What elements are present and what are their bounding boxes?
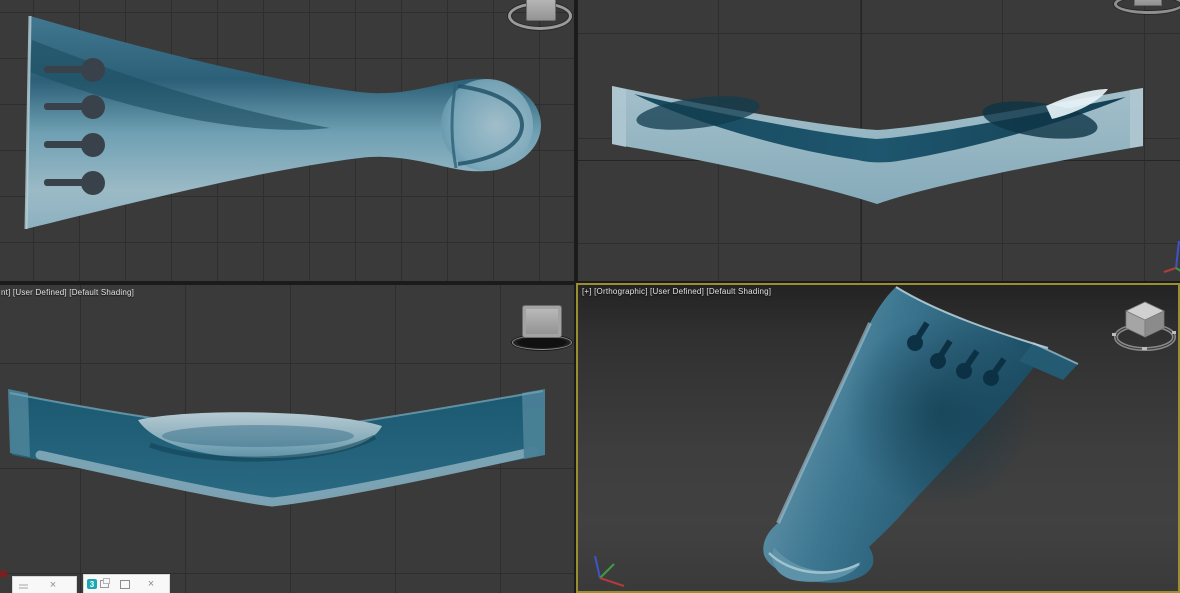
tailpiece-front-body <box>8 389 545 507</box>
viewport-label[interactable]: nt] [User Defined] [Default Shading] <box>1 288 134 297</box>
viewcube-icon[interactable] <box>526 0 556 21</box>
viewport-front-view[interactable]: nt] [User Defined] [Default Shading] <box>0 285 574 593</box>
max-window-titlebar[interactable]: 3 × <box>84 575 169 593</box>
front-left-cap <box>8 389 30 457</box>
viewcube-3d-icon[interactable] <box>1112 301 1176 351</box>
viewport-back-view[interactable] <box>578 0 1180 281</box>
maximize-button[interactable] <box>118 575 132 593</box>
viewport-top-view[interactable] <box>0 0 574 281</box>
tailpiece-back-body <box>612 86 1143 204</box>
pillow-streak <box>162 425 354 447</box>
viewcube-icon[interactable] <box>1134 0 1162 6</box>
tailpiece-orthographic-model[interactable] <box>578 285 1178 591</box>
app-3dsmax-icon: 3 <box>86 575 98 593</box>
tailpiece-top-view-model[interactable] <box>0 0 574 281</box>
red-mark <box>0 571 7 577</box>
restore-icon[interactable] <box>98 575 110 593</box>
menu-icon[interactable] <box>16 577 30 593</box>
viewport-label[interactable]: [+] [Orthographic] [User Defined] [Defau… <box>582 287 771 296</box>
close-button[interactable]: × <box>46 577 60 593</box>
close-button[interactable]: × <box>144 575 158 593</box>
tailpiece-front-view-model[interactable] <box>0 285 574 593</box>
background-window-titlebar[interactable]: × <box>13 577 76 593</box>
tailpiece-back-view-model[interactable] <box>578 0 1180 281</box>
front-right-cap <box>522 389 545 459</box>
viewport-orthographic-view[interactable]: [+] [Orthographic] [User Defined] [Defau… <box>576 283 1180 593</box>
axis-tripod-icon <box>594 555 625 587</box>
axis-tripod-icon <box>1163 240 1180 273</box>
fan-shading <box>844 317 1036 509</box>
max-viewport-quad: nt] [User Defined] [Default Shading] [+]… <box>0 0 1180 593</box>
viewcube-icon[interactable] <box>522 305 562 338</box>
tailpiece-top-body <box>24 15 541 230</box>
